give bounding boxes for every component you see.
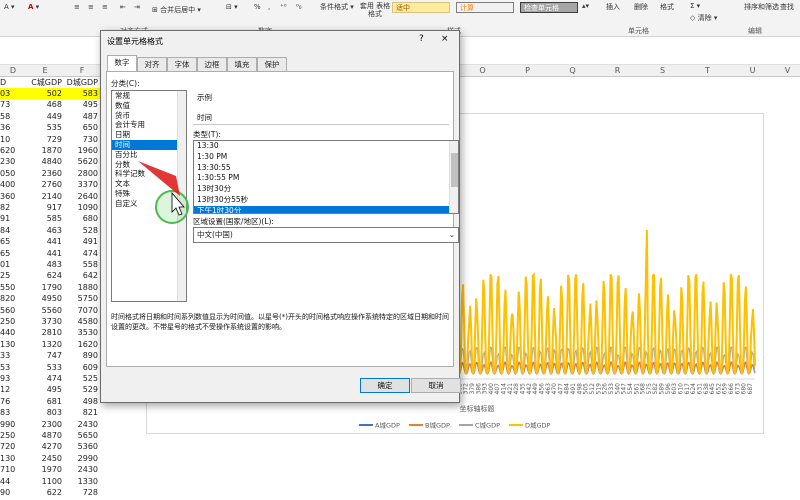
cursor-overlay — [138, 161, 189, 224]
